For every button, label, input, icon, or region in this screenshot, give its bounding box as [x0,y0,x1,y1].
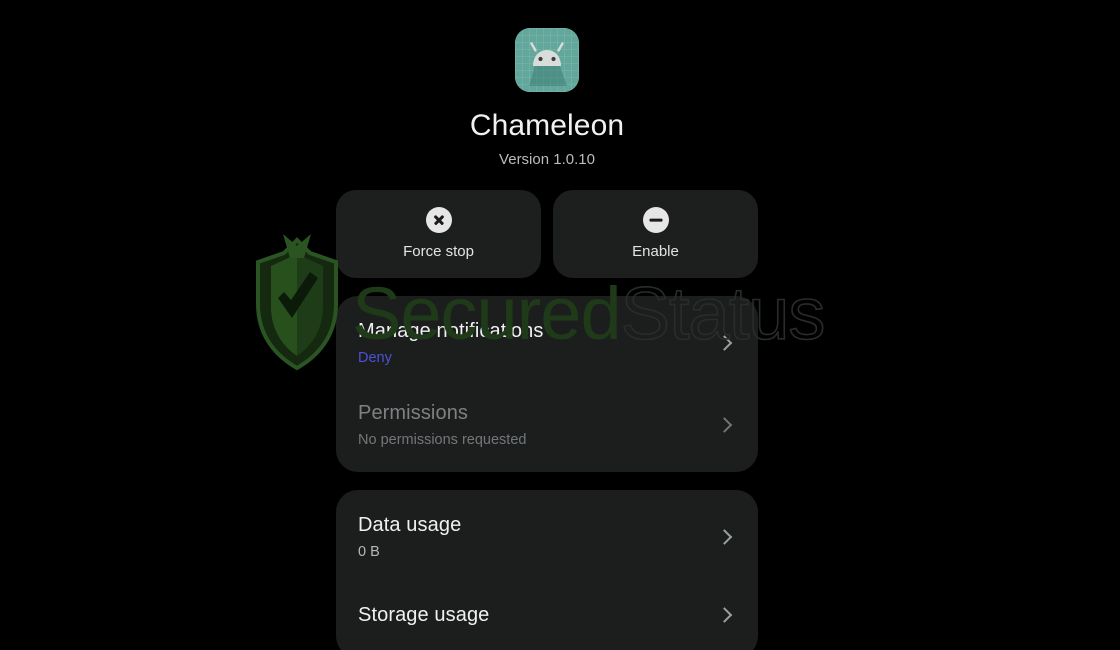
enable-label: Enable [632,243,679,260]
permissions-title: Permissions [358,402,469,424]
chevron-right-icon [712,413,736,437]
chevron-right-icon [712,603,736,627]
force-stop-label: Force stop [403,243,474,260]
app-info-screen: Chameleon Version 1.0.10 Force stop Enab… [0,0,1120,650]
data-usage-subtitle: 0 B [358,544,380,560]
data-usage-text: Data usage 0 B [358,512,700,562]
notifications-permissions-card: Manage notifications Deny Permissions No… [336,296,758,472]
chevron-right-icon [712,525,736,549]
chevron-right-icon [712,331,736,355]
app-header: Chameleon Version 1.0.10 [336,0,758,170]
app-title: Chameleon [469,109,625,142]
manage-notifications-title: Manage notifications [358,320,544,342]
storage-usage-row[interactable]: Storage usage [336,578,758,650]
permissions-row[interactable]: Permissions No permissions requested [336,384,758,466]
data-usage-row[interactable]: Data usage 0 B [336,496,758,578]
manage-notifications-text: Manage notifications Deny [358,318,700,368]
force-stop-button[interactable]: Force stop [336,190,541,278]
app-version: Version 1.0.10 [499,151,595,168]
permissions-text: Permissions No permissions requested [358,400,700,450]
app-icon-wrap [336,28,758,92]
permissions-subtitle: No permissions requested [358,432,527,448]
enable-button[interactable]: Enable [553,190,758,278]
usage-card: Data usage 0 B Storage usage [336,490,758,650]
action-buttons-row: Force stop Enable [336,190,758,278]
content-column: Chameleon Version 1.0.10 Force stop Enab… [336,0,758,650]
manage-notifications-subtitle: Deny [358,350,392,366]
storage-usage-text: Storage usage [358,602,700,628]
manage-notifications-row[interactable]: Manage notifications Deny [336,302,758,384]
minus-circle-icon [642,207,669,233]
data-usage-title: Data usage [358,514,462,536]
storage-usage-title: Storage usage [358,604,490,626]
android-robot-app-icon [515,28,579,92]
close-circle-icon [425,207,452,233]
